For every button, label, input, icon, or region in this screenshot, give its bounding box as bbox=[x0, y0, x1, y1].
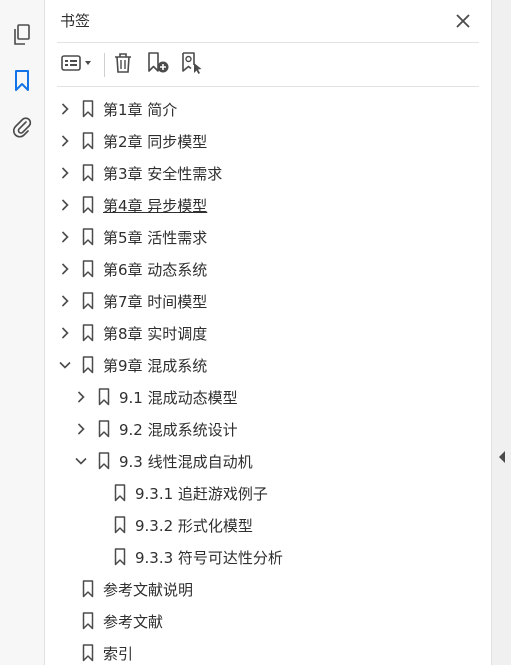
bookmark-icon bbox=[109, 483, 131, 503]
chevron-right-icon[interactable] bbox=[55, 131, 75, 151]
bookmark-label: 9.3.3 符号可达性分析 bbox=[135, 548, 283, 567]
bookmark-icon bbox=[109, 515, 131, 535]
bookmark-icon bbox=[77, 131, 99, 151]
attachments-icon[interactable] bbox=[8, 113, 36, 141]
bookmark-icon bbox=[77, 579, 99, 599]
bookmark-icon bbox=[93, 387, 115, 407]
toolbar-bottom-divider bbox=[57, 86, 479, 87]
header-divider bbox=[57, 42, 479, 43]
bookmark-item[interactable]: 第3章 安全性需求 bbox=[55, 157, 222, 189]
bookmark-label: 第9章 混成系统 bbox=[103, 356, 208, 375]
bookmark-from-structure-icon bbox=[180, 51, 204, 79]
chevron-right-icon[interactable] bbox=[55, 291, 75, 311]
panel-title: 书签 bbox=[60, 12, 91, 30]
bookmark-icon bbox=[77, 643, 99, 663]
bookmark-icon bbox=[77, 195, 99, 215]
bookmark-item[interactable]: 第5章 活性需求 bbox=[55, 221, 207, 253]
chevron-right-icon[interactable] bbox=[55, 259, 75, 279]
bookmark-icon bbox=[77, 227, 99, 247]
left-rail bbox=[0, 0, 45, 665]
bookmark-label: 第4章 异步模型 bbox=[103, 196, 208, 215]
bookmarks-panel: 书签 第1章 简介 第2章 同步模型 第3章 安全性需求 第4章 异步模型 第5… bbox=[45, 0, 491, 665]
bookmark-label: 9.3.1 追赶游戏例子 bbox=[135, 484, 268, 503]
chevron-right-icon[interactable] bbox=[55, 99, 75, 119]
bookmark-label: 第5章 活性需求 bbox=[103, 228, 208, 247]
bookmark-icon bbox=[77, 611, 99, 631]
chevron-right-icon[interactable] bbox=[55, 323, 75, 343]
bookmark-item[interactable]: 第6章 动态系统 bbox=[55, 253, 207, 285]
chevron-right-icon[interactable] bbox=[55, 163, 75, 183]
collapse-panel-icon[interactable] bbox=[496, 450, 508, 464]
bookmark-item[interactable]: 9.1 混成动态模型 bbox=[71, 381, 238, 413]
bookmark-icon bbox=[109, 547, 131, 567]
bookmark-icon bbox=[93, 451, 115, 471]
bookmark-icon bbox=[77, 99, 99, 119]
options-menu-button[interactable] bbox=[59, 51, 97, 79]
bookmark-item[interactable]: 第2章 同步模型 bbox=[55, 125, 207, 157]
bookmark-item[interactable]: 9.2 混成系统设计 bbox=[71, 413, 238, 445]
bookmark-item[interactable]: 索引 bbox=[55, 637, 133, 669]
bookmark-item[interactable]: 参考文献说明 bbox=[55, 573, 193, 605]
chevron-down-icon[interactable] bbox=[55, 355, 75, 375]
bookmark-label: 第3章 安全性需求 bbox=[103, 164, 223, 183]
bookmark-icon bbox=[77, 323, 99, 343]
bookmark-item[interactable]: 第4章 异步模型 bbox=[55, 189, 207, 221]
delete-button[interactable] bbox=[110, 51, 136, 79]
bookmark-label: 第2章 同步模型 bbox=[103, 132, 208, 151]
chevron-down-icon[interactable] bbox=[71, 451, 91, 471]
toolbar-divider bbox=[104, 53, 105, 77]
bookmark-label: 第8章 实时调度 bbox=[103, 324, 208, 343]
bookmark-label: 9.1 混成动态模型 bbox=[119, 388, 238, 407]
bookmark-item[interactable]: 9.3.1 追赶游戏例子 bbox=[87, 477, 268, 509]
bookmarks-icon[interactable] bbox=[8, 67, 36, 95]
bookmark-item[interactable]: 第1章 简介 bbox=[55, 93, 177, 125]
bookmark-item[interactable]: 第8章 实时调度 bbox=[55, 317, 207, 349]
new-bookmark-button[interactable] bbox=[144, 51, 172, 79]
close-icon[interactable] bbox=[451, 9, 475, 33]
bookmark-label: 索引 bbox=[103, 644, 134, 663]
panel-splitter[interactable] bbox=[491, 0, 511, 665]
bookmark-label: 参考文献说明 bbox=[103, 580, 194, 599]
bookmark-label: 第1章 简介 bbox=[103, 100, 178, 119]
bookmark-label: 第7章 时间模型 bbox=[103, 292, 208, 311]
delete-icon bbox=[113, 52, 133, 78]
chevron-right-icon[interactable] bbox=[71, 387, 91, 407]
bookmark-item[interactable]: 第9章 混成系统 bbox=[55, 349, 207, 381]
bookmark-label: 9.3.2 形式化模型 bbox=[135, 516, 253, 535]
chevron-right-icon[interactable] bbox=[71, 419, 91, 439]
bookmark-item[interactable]: 第7章 时间模型 bbox=[55, 285, 207, 317]
new-bookmark-icon bbox=[146, 51, 170, 79]
pages-icon[interactable] bbox=[8, 21, 36, 49]
bookmark-icon bbox=[77, 163, 99, 183]
bookmark-icon bbox=[77, 291, 99, 311]
chevron-right-icon[interactable] bbox=[55, 227, 75, 247]
bookmark-icon bbox=[77, 259, 99, 279]
bookmark-item[interactable]: 9.3.2 形式化模型 bbox=[87, 509, 253, 541]
chevron-right-icon[interactable] bbox=[55, 195, 75, 215]
bookmark-item[interactable]: 参考文献 bbox=[55, 605, 163, 637]
bookmark-label: 9.2 混成系统设计 bbox=[119, 420, 238, 439]
bookmark-icon bbox=[93, 419, 115, 439]
bookmark-from-structure-button[interactable] bbox=[178, 51, 206, 79]
bookmark-label: 9.3 线性混成自动机 bbox=[119, 452, 253, 471]
bookmark-item[interactable]: 9.3.3 符号可达性分析 bbox=[87, 541, 283, 573]
bookmark-label: 参考文献 bbox=[103, 612, 164, 631]
bookmark-label: 第6章 动态系统 bbox=[103, 260, 208, 279]
bookmark-item[interactable]: 9.3 线性混成自动机 bbox=[71, 445, 253, 477]
bookmark-icon bbox=[77, 355, 99, 375]
options-menu-icon bbox=[60, 53, 96, 77]
